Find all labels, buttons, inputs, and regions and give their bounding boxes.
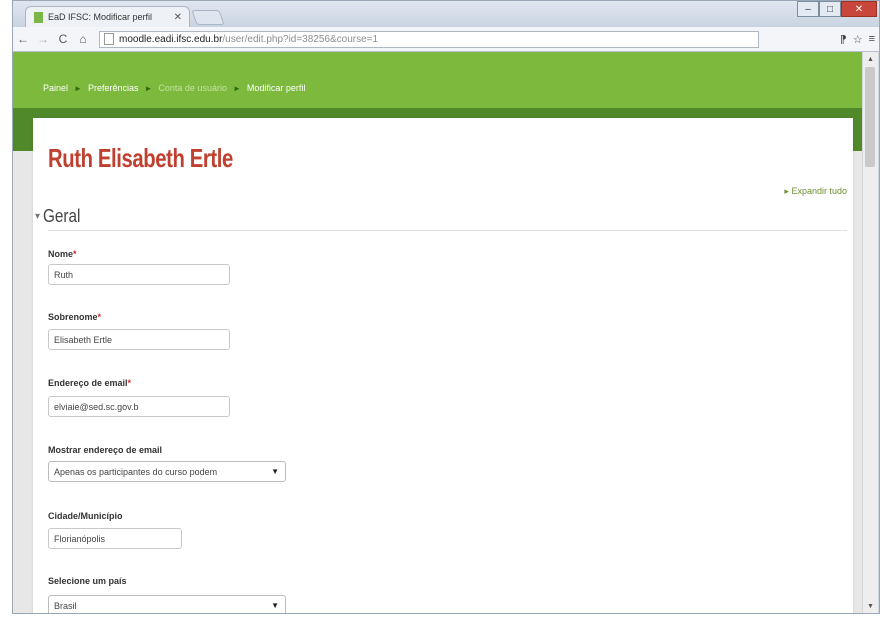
dropdown-arrow-icon: ▼ bbox=[271, 601, 279, 610]
title-bar: EaD IFSC: Modificar perfil ✕ – □ ✕ bbox=[13, 1, 879, 27]
menu-icon[interactable]: ≡ bbox=[869, 33, 875, 46]
header-bar: Painel ► Preferências ► Conta de usuário… bbox=[13, 52, 865, 108]
window-controls: – □ ✕ bbox=[797, 1, 877, 17]
new-tab-button[interactable] bbox=[191, 10, 225, 25]
breadcrumb-conta[interactable]: Conta de usuário bbox=[158, 83, 227, 93]
maximize-button[interactable]: □ bbox=[819, 1, 841, 17]
dropdown-arrow-icon: ▼ bbox=[271, 467, 279, 476]
mostrar-email-value: Apenas os participantes do curso podem bbox=[54, 466, 218, 477]
scroll-down-icon[interactable]: ▼ bbox=[863, 599, 878, 613]
email-field[interactable]: elviaie@sed.sc.gov.b bbox=[48, 396, 230, 417]
pais-select[interactable]: Brasil ▼ bbox=[48, 595, 286, 613]
sobrenome-field[interactable]: Elisabeth Ertle bbox=[48, 329, 230, 350]
back-icon[interactable]: ← bbox=[13, 29, 33, 49]
browser-window: EaD IFSC: Modificar perfil ✕ – □ ✕ ← → C… bbox=[12, 0, 880, 614]
nome-field[interactable]: Ruth bbox=[48, 264, 230, 285]
scroll-up-icon[interactable]: ▲ bbox=[863, 52, 878, 66]
breadcrumb-preferencias[interactable]: Preferências bbox=[88, 83, 139, 93]
home-icon[interactable]: ⌂ bbox=[73, 29, 93, 49]
breadcrumb-current: Modificar perfil bbox=[246, 83, 306, 93]
section-geral-header[interactable]: ▾ Geral bbox=[35, 206, 87, 227]
browser-tab[interactable]: EaD IFSC: Modificar perfil ✕ bbox=[25, 6, 190, 27]
breadcrumb-separator-icon: ► bbox=[232, 83, 241, 93]
breadcrumb-painel[interactable]: Painel bbox=[43, 83, 68, 93]
mostrar-email-select[interactable]: Apenas os participantes do curso podem ▼ bbox=[48, 461, 286, 482]
breadcrumb-separator-icon: ► bbox=[74, 83, 82, 93]
nome-label: Nome* bbox=[48, 249, 77, 259]
tab-close-icon[interactable]: ✕ bbox=[174, 12, 182, 23]
pais-value: Brasil bbox=[54, 600, 77, 611]
forward-icon[interactable]: → bbox=[33, 29, 53, 49]
expand-all-label: Expandir tudo bbox=[791, 186, 847, 196]
expand-all-link[interactable]: ▸ Expandir tudo bbox=[784, 186, 847, 197]
address-bar[interactable]: moodle.eadi.ifsc.edu.br/user/edit.php?id… bbox=[99, 30, 759, 48]
scroll-thumb[interactable] bbox=[865, 67, 875, 167]
url-path: /user/edit.php?id=38256&course=1 bbox=[222, 33, 379, 45]
divider bbox=[48, 230, 847, 231]
minimize-button[interactable]: – bbox=[797, 1, 819, 17]
pais-label: Selecione um país bbox=[48, 576, 127, 586]
cidade-label: Cidade/Município bbox=[48, 511, 123, 521]
reload-icon[interactable]: C bbox=[53, 29, 73, 49]
page-icon bbox=[104, 33, 114, 45]
tab-title: EaD IFSC: Modificar perfil bbox=[48, 12, 153, 22]
window-close-button[interactable]: ✕ bbox=[841, 1, 877, 17]
browser-toolbar: ← → C ⌂ moodle.eadi.ifsc.edu.br/user/edi… bbox=[13, 27, 879, 52]
mostrar-email-label: Mostrar endereço de email bbox=[48, 445, 163, 455]
page-content: Painel ► Preferências ► Conta de usuário… bbox=[13, 52, 865, 613]
sobrenome-label: Sobrenome* bbox=[48, 312, 102, 322]
email-label: Endereço de email* bbox=[48, 378, 132, 388]
favicon-icon bbox=[34, 11, 43, 23]
url-host: moodle.eadi.ifsc.edu.br bbox=[119, 33, 223, 45]
page-title: Ruth Elisabeth Ertle bbox=[48, 143, 233, 173]
cidade-field[interactable]: Florianópolis bbox=[48, 528, 182, 549]
collapse-icon: ▾ bbox=[35, 211, 41, 222]
section-title: Geral bbox=[43, 206, 81, 226]
breadcrumb-separator-icon: ► bbox=[144, 83, 153, 93]
breadcrumb: Painel ► Preferências ► Conta de usuário… bbox=[43, 83, 305, 93]
translate-icon[interactable]: ⁋ bbox=[840, 33, 847, 46]
profile-card: Ruth Elisabeth Ertle ▸ Expandir tudo ▾ G… bbox=[33, 118, 853, 613]
star-icon[interactable]: ☆ bbox=[853, 33, 863, 46]
vertical-scrollbar[interactable]: ▲ ▼ bbox=[862, 52, 878, 613]
